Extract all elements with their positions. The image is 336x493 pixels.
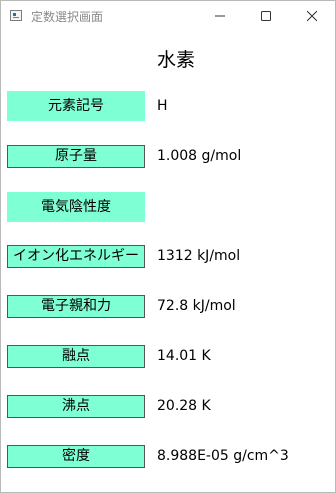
ionization-energy-button[interactable]: イオン化エネルギー [7,245,145,268]
element-name-heading: 水素 [156,49,195,71]
boiling-point-value: 20.28 K [157,398,211,414]
atomic-weight-value: 1.008 g/mol [157,148,242,164]
window-title: 定数選択画面 [31,10,104,24]
ionization-energy-value: 1312 kJ/mol [157,248,241,264]
close-icon [307,11,317,21]
density-value: 8.988E-05 g/cm^3 [157,448,289,464]
electron-affinity-value: 72.8 kJ/mol [157,298,236,314]
element-symbol-value: H [157,98,168,114]
close-button[interactable] [289,1,335,31]
title-bar[interactable]: 定数選択画面 [1,1,335,31]
boiling-point-button[interactable]: 沸点 [7,395,145,418]
constant-selection-window: 定数選択画面 水素 元素記号 H 原子量 1.008 g/mol 電気陰性度 イ… [0,0,336,493]
minimize-button[interactable] [197,1,243,31]
electron-affinity-button[interactable]: 電子親和力 [7,295,145,318]
minimize-icon [215,15,225,17]
atomic-weight-button[interactable]: 原子量 [7,145,145,168]
app-window-icon [10,10,22,21]
density-button[interactable]: 密度 [7,445,145,468]
maximize-button[interactable] [243,1,289,31]
maximize-icon [261,11,271,21]
element-symbol-button[interactable]: 元素記号 [7,91,145,121]
melting-point-value: 14.01 K [157,348,211,364]
electronegativity-button[interactable]: 電気陰性度 [7,192,145,222]
melting-point-button[interactable]: 融点 [7,345,145,368]
